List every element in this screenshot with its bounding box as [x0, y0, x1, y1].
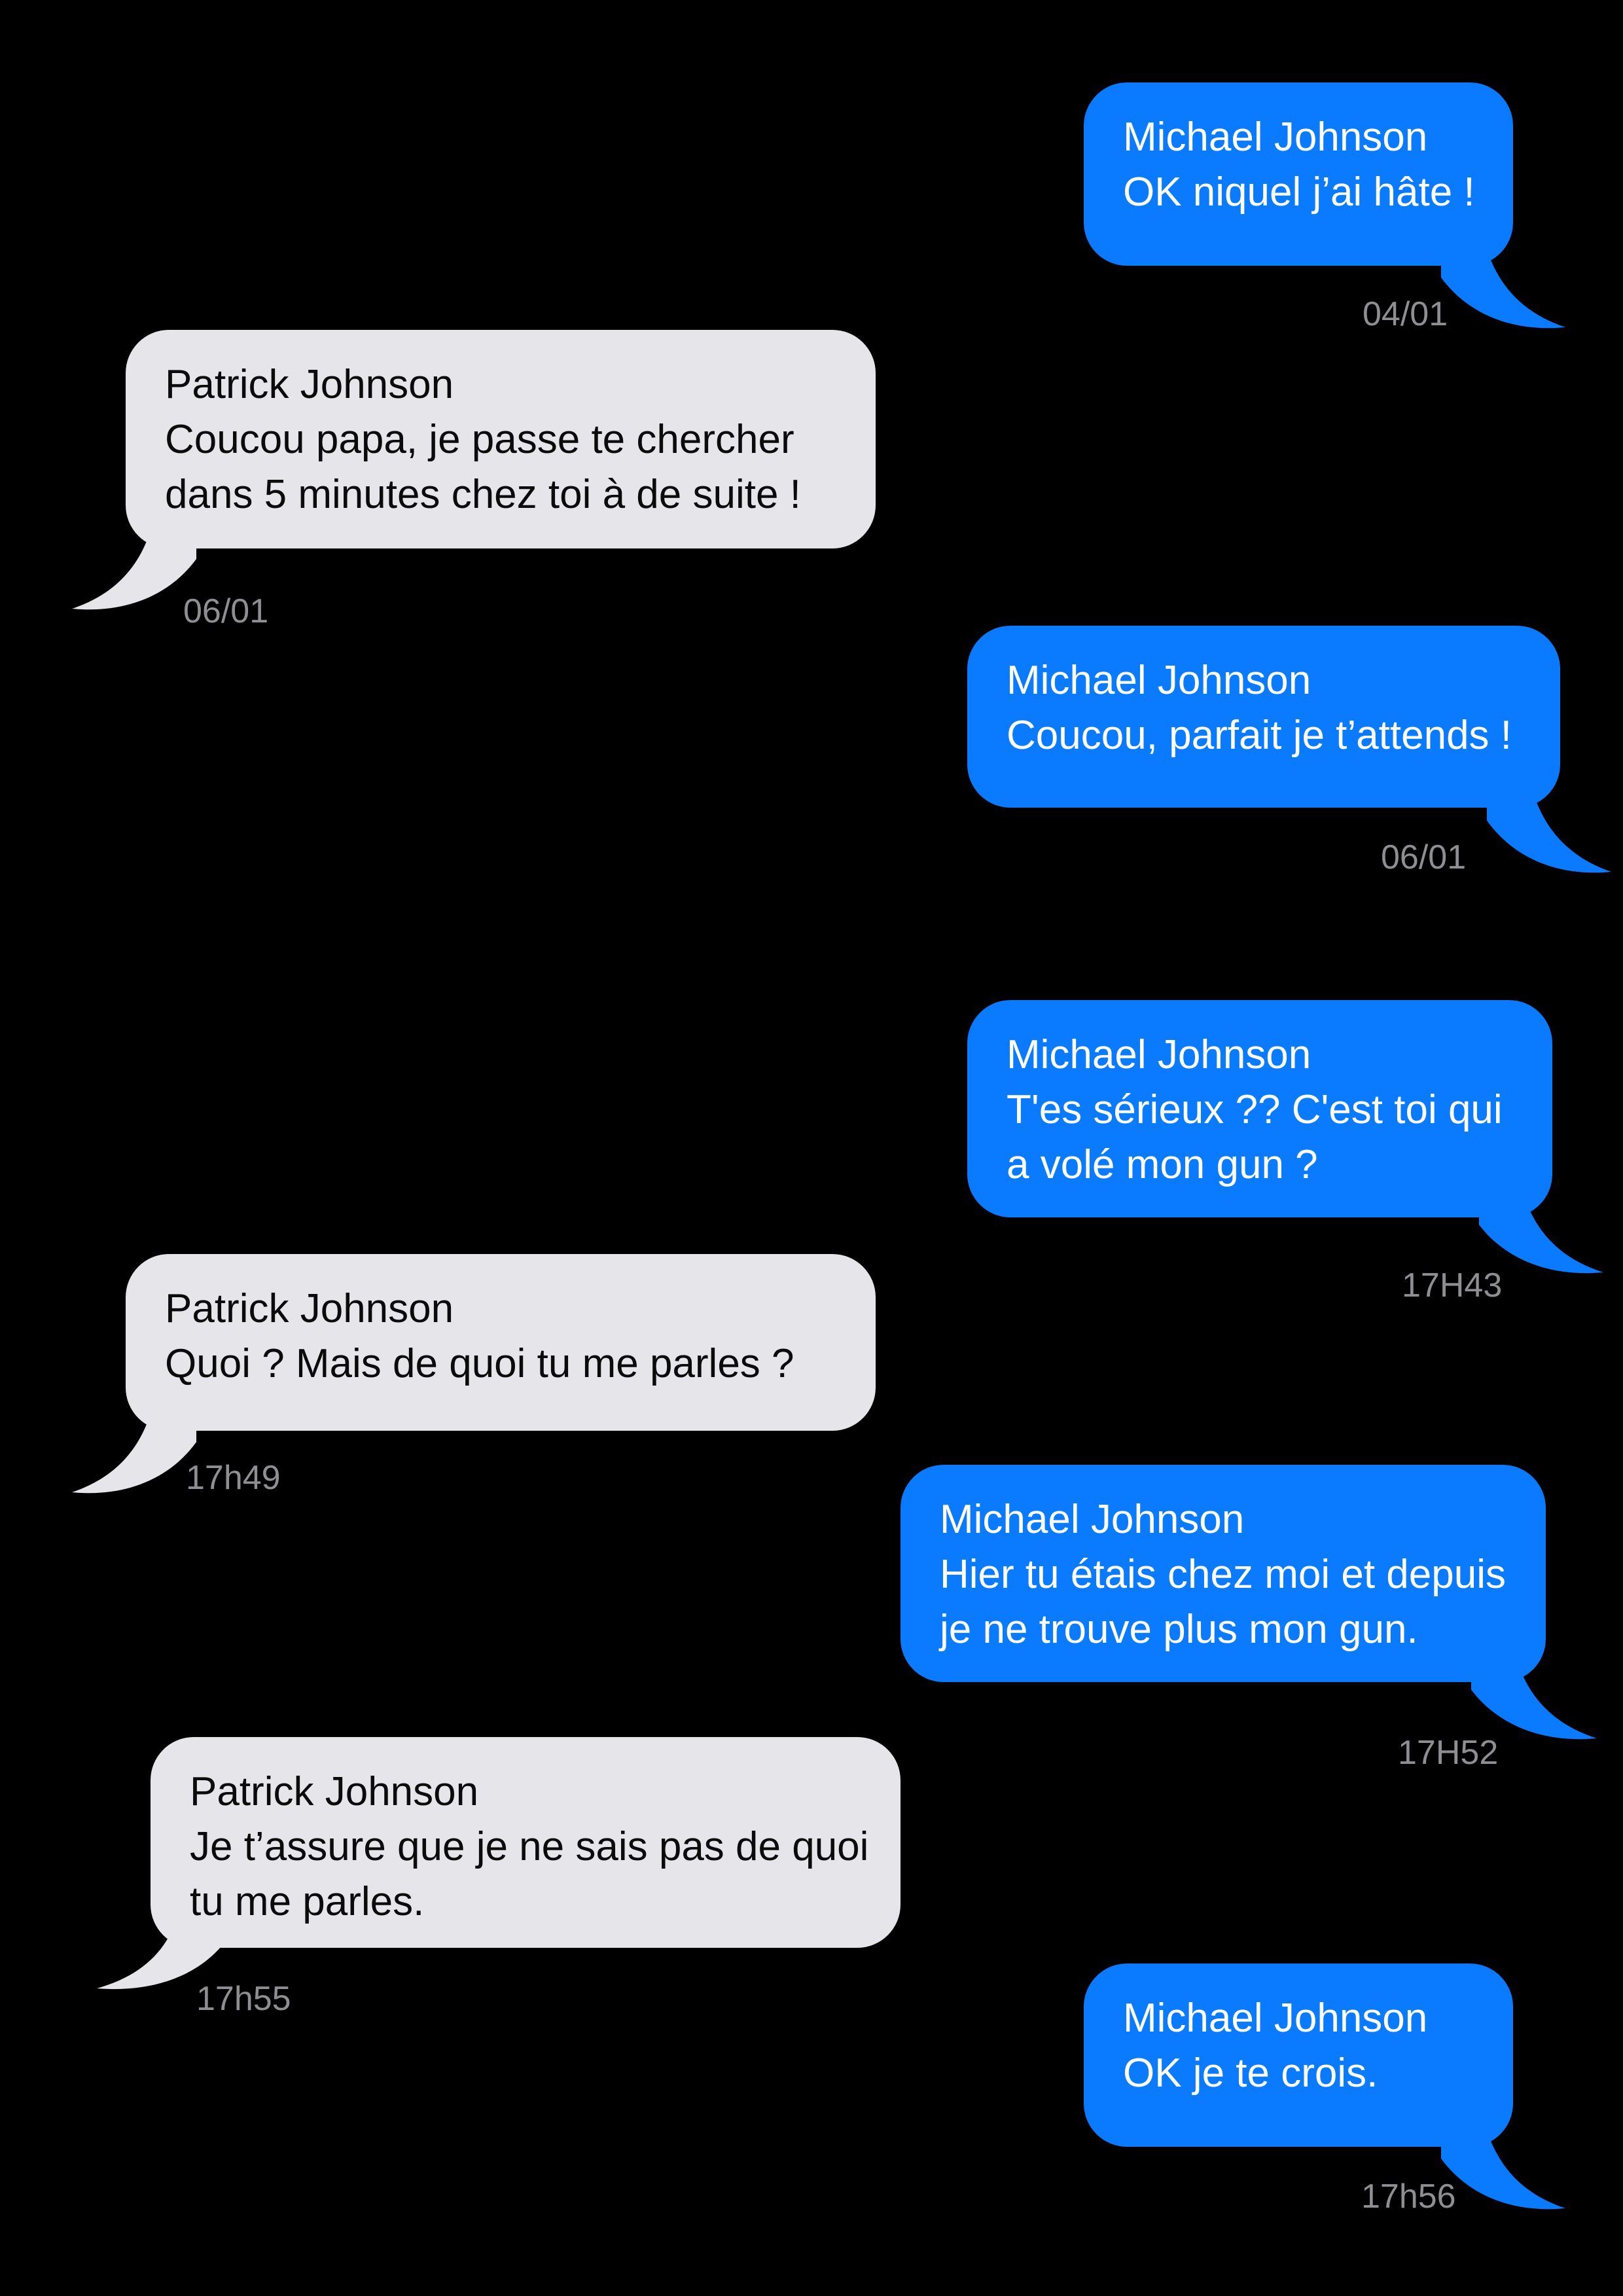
message-text-line: Hier tu étais chez moi et depuis [940, 1552, 1506, 1597]
message-text-line: dans 5 minutes chez toi à de suite ! [165, 472, 801, 517]
sender-name: Michael Johnson [1123, 115, 1428, 160]
sent-message-bubble[interactable]: Michael Johnson OK je te crois. [1084, 1964, 1513, 2147]
sender-name: Patrick Johnson [190, 1769, 479, 1814]
message-timestamp: 06/01 [1381, 838, 1467, 876]
message-text-line: OK niquel j’ai hâte ! [1123, 170, 1475, 215]
sender-name: Patrick Johnson [165, 362, 454, 407]
message-timestamp: 04/01 [1363, 295, 1448, 333]
sender-name: Michael Johnson [1123, 1996, 1428, 2041]
message-timestamp: 17h56 [1361, 2178, 1456, 2215]
message-text-line: Je t’assure que je ne sais pas de quoi [190, 1824, 869, 1869]
message-text-line: Coucou, parfait je t’attends ! [1007, 713, 1512, 758]
message-timestamp: 17H43 [1402, 1266, 1503, 1304]
message-text-line: tu me parles. [190, 1879, 425, 1924]
message-timestamp: 17h49 [186, 1459, 281, 1497]
sent-message-bubble[interactable]: Michael Johnson Coucou, parfait je t’atte… [967, 626, 1560, 808]
received-message-bubble[interactable]: Patrick Johnson Quoi ? Mais de quoi tu me… [126, 1254, 876, 1431]
message-text-line: T'es sérieux ?? C'est toi qui [1007, 1087, 1503, 1132]
message-text-line: a volé mon gun ? [1007, 1142, 1318, 1187]
sent-message-bubble[interactable]: Michael Johnson T'es sérieux ?? C'est toi… [967, 1000, 1552, 1217]
sender-name: Michael Johnson [1007, 658, 1311, 703]
sender-name: Michael Johnson [1007, 1032, 1311, 1077]
message-text-line: Coucou papa, je passe te chercher [165, 417, 794, 462]
sender-name: Patrick Johnson [165, 1286, 454, 1331]
message-timestamp: 06/01 [183, 592, 269, 630]
received-message-bubble[interactable]: Patrick Johnson Je t’assure que je ne sai… [151, 1737, 901, 1948]
message-timestamp: 17H52 [1398, 1734, 1499, 1772]
sender-name: Michael Johnson [940, 1497, 1245, 1542]
message-text-line: Quoi ? Mais de quoi tu me parles ? [165, 1341, 794, 1386]
sent-message-bubble[interactable]: Michael Johnson Hier tu étais chez moi et… [901, 1465, 1546, 1682]
message-timestamp: 17h55 [196, 1980, 291, 2018]
message-text-line: OK je te crois. [1123, 2051, 1378, 2096]
sent-message-bubble[interactable]: Michael Johnson OK niquel j’ai hâte ! [1084, 82, 1513, 266]
message-text-line: je ne trouve plus mon gun. [940, 1607, 1418, 1652]
received-message-bubble[interactable]: Patrick Johnson Coucou papa, je passe te … [126, 330, 876, 548]
message-thread: Michael Johnson OK niquel j’ai hâte ! 04/0… [0, 0, 1623, 2296]
